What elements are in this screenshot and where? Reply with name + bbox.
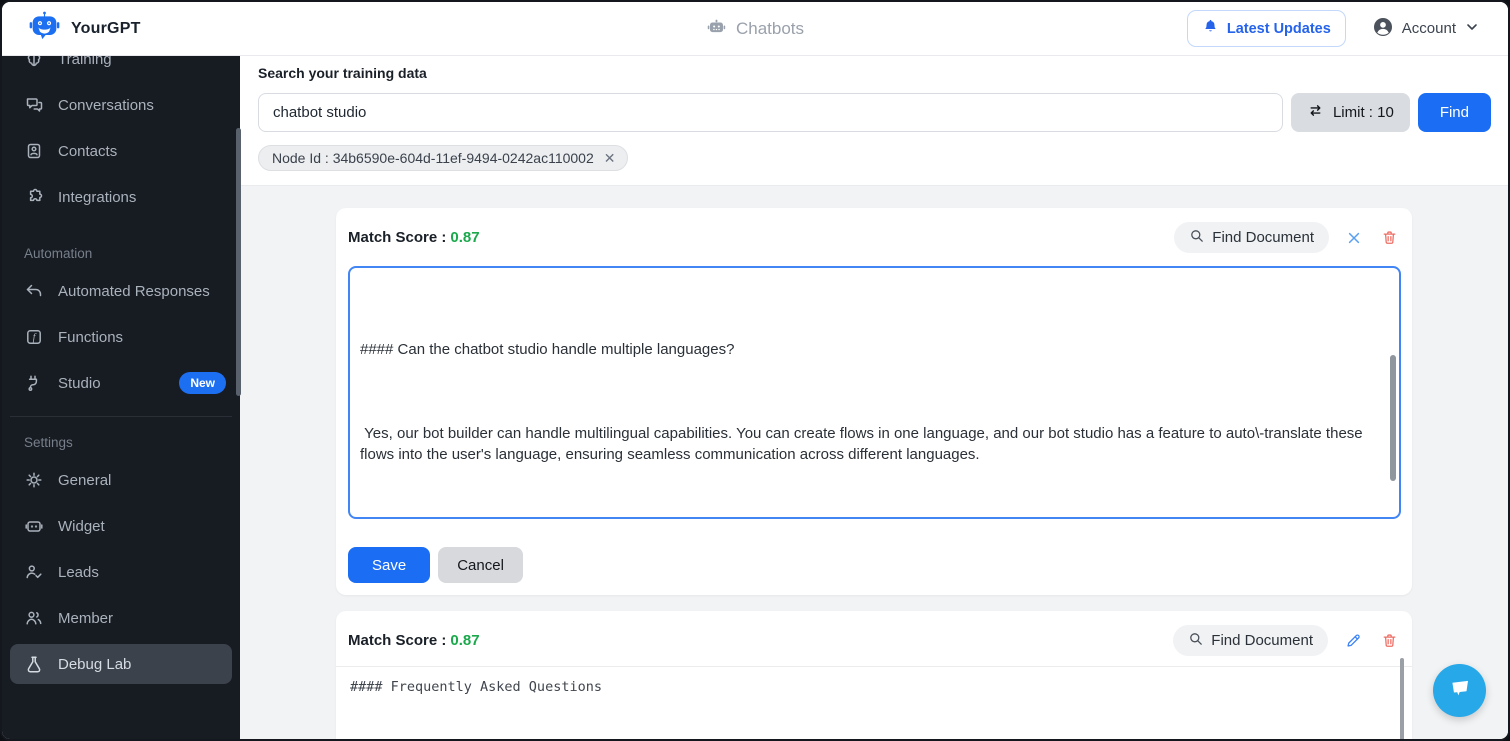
reply-arrow-icon [24,281,44,301]
sidebar-item-member[interactable]: Member [2,595,240,641]
sidebar-item-leads[interactable]: Leads [2,549,240,595]
sidebar-item-label: Training [58,56,112,68]
sidebar-item-label: Integrations [58,188,137,206]
result-card: Match Score :0.87 Find Document [336,208,1412,595]
sidebar-section-automation: Automation [24,245,93,261]
remove-tag-icon[interactable]: ✕ [604,151,616,165]
search-label: Search your training data [258,65,427,81]
limit-label: Limit : 10 [1332,104,1394,121]
textarea-scrollbar[interactable] [1390,355,1396,481]
gear-icon [24,470,44,490]
match-score-value: 0.87 [450,632,480,649]
chunk-edit-textarea[interactable]: #### Can the chatbot studio handle multi… [348,266,1401,519]
sidebar-item-label: Widget [58,517,105,535]
swap-arrows-icon [1307,102,1324,123]
search-icon [1188,631,1204,651]
search-panel: Search your training data Limit : 10 Fin… [240,56,1508,186]
match-score-value: 0.87 [450,229,480,246]
top-header: YourGPT Chatbots Latest Updates Account [2,2,1508,56]
node-id-filter-label: Node Id : 34b6590e-604d-11ef-9494-0242ac… [272,150,594,166]
svg-text:f: f [33,333,37,344]
search-input[interactable] [258,93,1283,132]
account-menu[interactable]: Account [1372,16,1480,42]
save-button[interactable]: Save [348,547,431,583]
close-edit-button[interactable] [1344,228,1364,248]
brand[interactable]: YourGPT [2,10,302,48]
sidebar-item-label: Automated Responses [58,282,210,300]
sidebar-item-label: Conversations [58,96,154,114]
header-nav-chatbots[interactable]: Chatbots [706,16,804,42]
sidebar-item-debug-lab-button[interactable]: Debug Lab [10,644,232,684]
app-window: YourGPT Chatbots Latest Updates Account … [0,0,1510,741]
sidebar-item-widget[interactable]: Widget [2,503,240,549]
widget-robot-icon [24,516,44,536]
sidebar-scrollbar[interactable] [236,128,241,396]
find-document-label: Find Document [1211,632,1313,649]
match-score: Match Score :0.87 [348,632,480,649]
brand-name: YourGPT [71,19,141,37]
find-document-button[interactable]: Find Document [1174,222,1329,253]
sidebar-item-functions[interactable]: f Functions [2,314,240,360]
puzzle-icon [24,187,44,207]
bell-icon [1202,18,1219,39]
speech-bubble-icon [1447,675,1473,706]
sidebar-item-label: Contacts [58,142,118,160]
main-content: Search your training data Limit : 10 Fin… [240,56,1508,739]
people-icon [24,608,44,628]
sidebar-item-label: General [58,471,112,489]
sidebar-item-general[interactable]: General [2,457,240,503]
node-id-filter-tag: Node Id : 34b6590e-604d-11ef-9494-0242ac… [258,145,629,171]
sidebar-section-settings: Settings [24,434,73,450]
sidebar: Training Conversations Contacts Integrat… [2,56,240,739]
page-title: Chatbots [735,18,805,38]
brain-icon [24,56,44,69]
find-button[interactable]: Find [1417,93,1491,132]
delete-button[interactable] [1379,227,1400,248]
sidebar-item-training[interactable]: Training [2,56,240,82]
person-check-icon [24,562,44,582]
sidebar-item-integrations[interactable]: Integrations [2,174,240,220]
sidebar-item-conversations[interactable]: Conversations [2,82,240,128]
sidebar-item-label: Studio [58,374,101,392]
yourgpt-logo-icon [28,10,61,48]
sidebar-item-debug-lab: Debug Lab [2,641,240,687]
contact-card-icon [24,141,44,161]
sidebar-item-automated-responses[interactable]: Automated Responses [2,268,240,314]
search-icon [1189,228,1205,248]
latest-updates-button[interactable]: Latest Updates [1186,10,1346,47]
sidebar-item-label: Functions [58,328,124,346]
account-label: Account [1401,20,1456,37]
match-score: Match Score :0.87 [348,229,480,246]
sidebar-divider [10,416,232,417]
new-badge: New [179,372,226,394]
find-document-label: Find Document [1212,229,1314,246]
chat-bubbles-icon [24,95,44,115]
results-list: Match Score :0.87 Find Document #### Can… [240,186,1508,739]
chat-widget-launcher[interactable] [1433,664,1486,717]
function-icon: f [24,327,44,347]
latest-updates-label: Latest Updates [1226,20,1331,37]
sidebar-item-contacts[interactable]: Contacts [2,128,240,174]
find-document-button[interactable]: Find Document [1173,625,1328,656]
sidebar-item-studio[interactable]: Studio New [2,360,240,406]
sidebar-item-label: Debug Lab [58,655,132,673]
chunk-content[interactable]: #### Frequently Asked Questions [336,667,1412,739]
cancel-button[interactable]: Cancel [438,547,523,583]
flask-icon [24,654,44,674]
result-card: Match Score :0.87 Find Document [336,611,1412,739]
sidebar-item-label: Leads [58,563,99,581]
sidebar-item-label: Member [58,609,114,627]
content-scrollbar[interactable] [1400,658,1404,739]
delete-button[interactable] [1379,630,1400,651]
studio-plug-icon [24,373,44,393]
avatar-icon [1372,16,1394,42]
chevron-down-icon [1464,19,1480,39]
edit-button[interactable] [1343,630,1364,651]
limit-button[interactable]: Limit : 10 [1290,93,1410,132]
robot-icon [706,16,727,42]
